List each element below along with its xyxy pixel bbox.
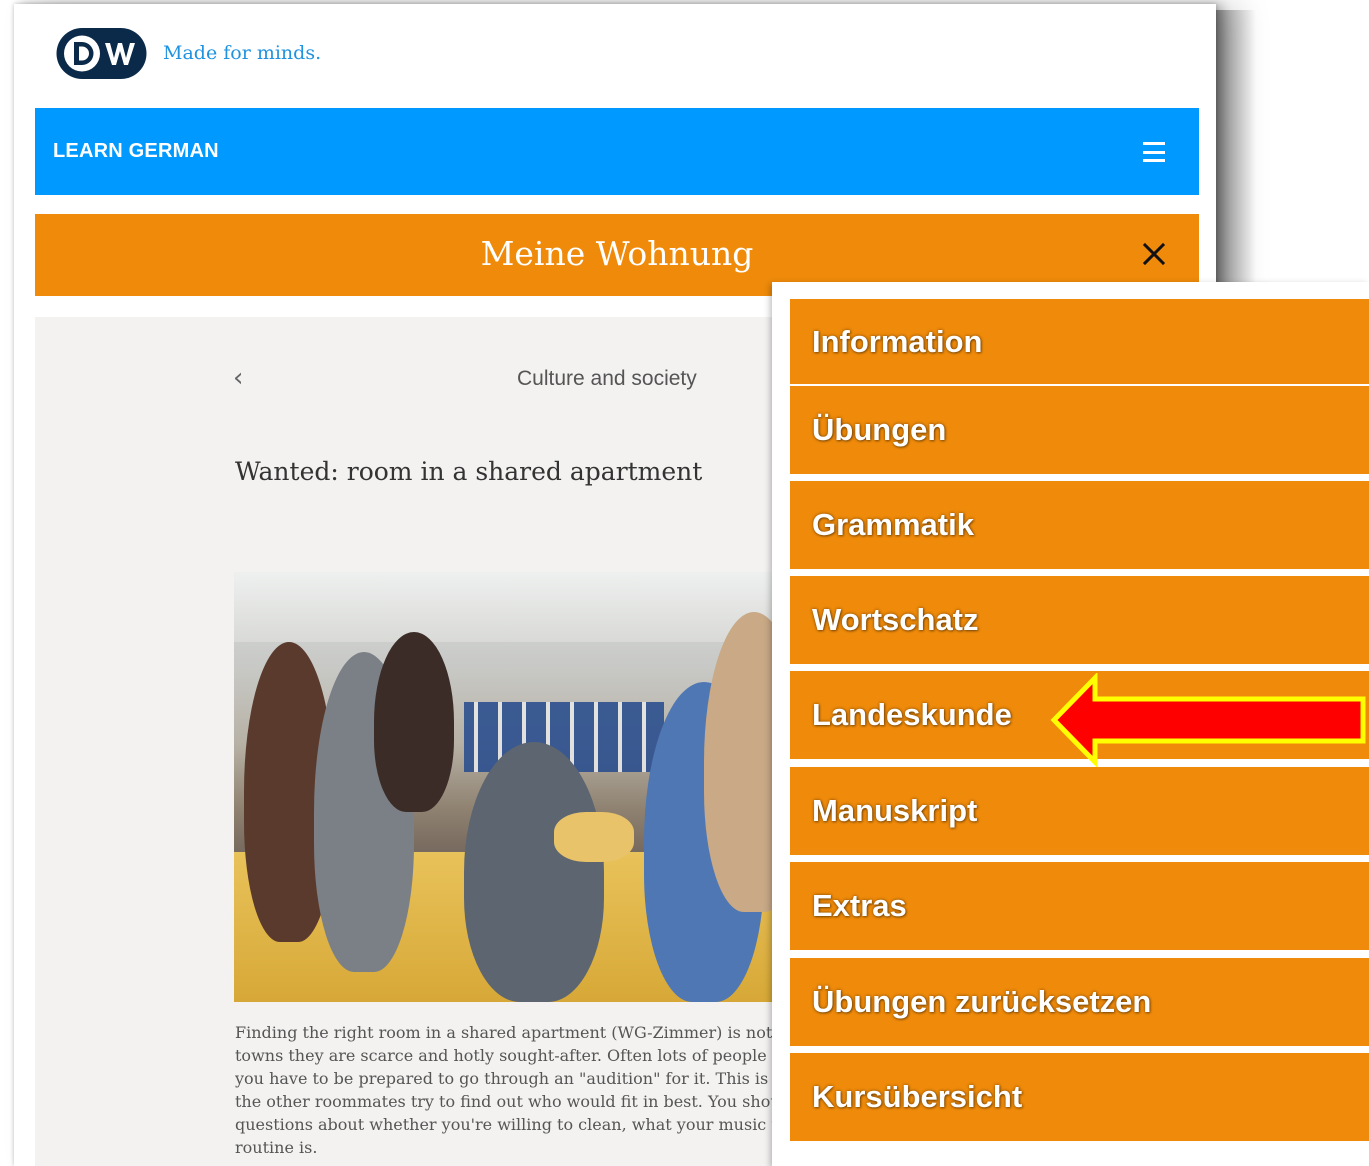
menu-item-grammatik[interactable]: Grammatik [790, 481, 1369, 569]
menu-item-extras[interactable]: Extras [790, 862, 1369, 950]
lesson-title: Meine Wohnung [480, 234, 754, 273]
site-section-title[interactable]: LEARN GERMAN [53, 140, 219, 163]
article-body-line: towns they are scarce and hotly sought-a… [235, 1046, 799, 1065]
article-title: Wanted: room in a shared apartment [235, 457, 703, 486]
menu-item-wortschatz[interactable]: Wortschatz [790, 576, 1369, 664]
article-body-line: you have to be prepared to go through an… [235, 1069, 798, 1088]
menu-item-manuskript[interactable]: Manuskript [790, 767, 1369, 855]
tagline: Made for minds. [163, 42, 322, 64]
menu-item-uebungen[interactable]: Übungen [790, 386, 1369, 474]
chevron-left-icon[interactable]: ‹ [233, 363, 243, 393]
article-photo [234, 572, 814, 1002]
close-icon[interactable] [1142, 242, 1166, 266]
menu-item-reset-exercises[interactable]: Übungen zurücksetzen [790, 958, 1369, 1046]
arrow-left-icon [1050, 673, 1366, 767]
menu-item-course-overview[interactable]: Kursübersicht [790, 1053, 1369, 1141]
article-body-line: questions about whether you're willing t… [235, 1115, 788, 1134]
article-body-line: the other roommates try to find out who … [235, 1092, 786, 1111]
menu-item-information[interactable]: Information [790, 299, 1369, 384]
article-body-line: Finding the right room in a shared apart… [235, 1023, 796, 1042]
top-navigation-bar: LEARN GERMAN [35, 108, 1199, 195]
article-category: Culture and society [517, 367, 697, 390]
dw-logo[interactable] [55, 26, 149, 81]
hamburger-icon[interactable] [1143, 142, 1165, 162]
article-body: Finding the right room in a shared apart… [235, 1021, 815, 1159]
article-body-line: routine is. [235, 1138, 318, 1157]
